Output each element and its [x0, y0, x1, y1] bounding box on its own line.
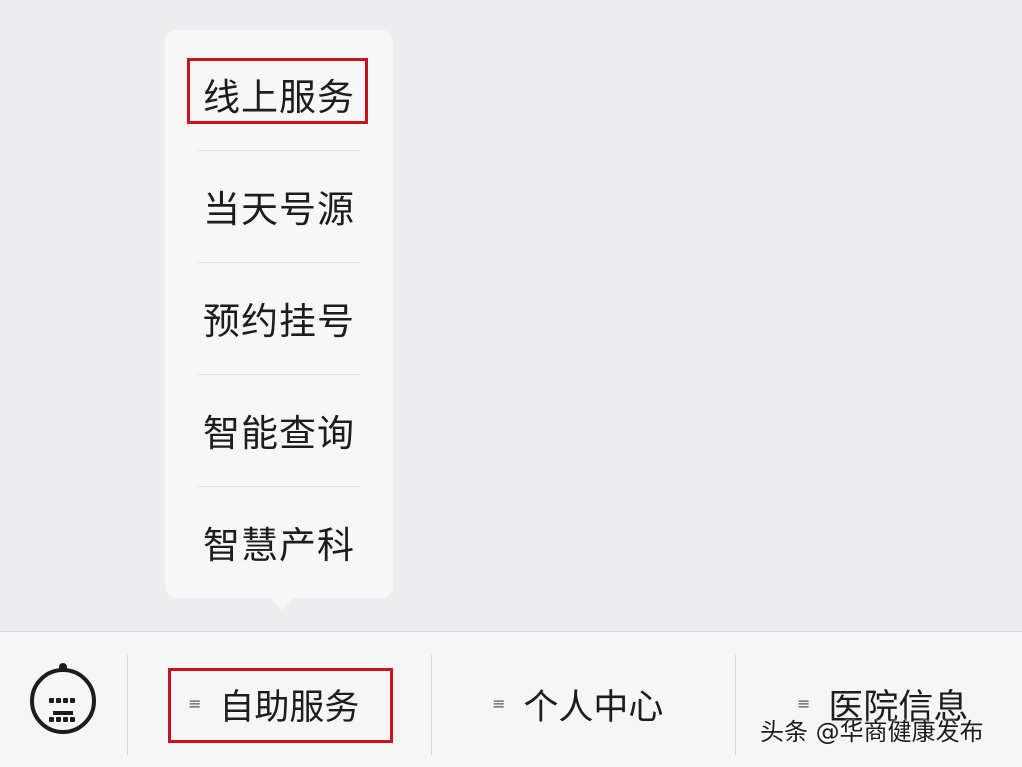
- popup-arrow: [268, 596, 296, 610]
- watermark: 头条 @华商健康发布: [760, 718, 984, 746]
- tab-divider: [735, 655, 736, 755]
- menu-item-smart-query[interactable]: 智能查询: [165, 374, 393, 486]
- menu-item-label: 预约挂号: [203, 300, 355, 343]
- menu-item-appointment[interactable]: 预约挂号: [165, 262, 393, 374]
- tab-personal-center[interactable]: ≡ 个人中心: [492, 668, 663, 740]
- menu-item-label: 当天号源: [203, 188, 355, 231]
- tab-divider: [431, 655, 432, 755]
- menu-item-smart-obstetrics[interactable]: 智慧产科: [165, 486, 393, 598]
- tab-label: 个人中心: [523, 687, 664, 728]
- highlight-box-online-service: [187, 58, 368, 124]
- menu-icon: ≡: [492, 694, 506, 713]
- menu-icon: ≡: [797, 694, 811, 713]
- menu-item-label: 智能查询: [203, 412, 355, 455]
- keyboard-icon[interactable]: [30, 668, 96, 734]
- menu-item-same-day-slots[interactable]: 当天号源: [165, 150, 393, 262]
- tab-divider: [127, 655, 128, 755]
- menu-item-label: 智慧产科: [203, 524, 355, 567]
- highlight-box-self-service: [168, 668, 393, 743]
